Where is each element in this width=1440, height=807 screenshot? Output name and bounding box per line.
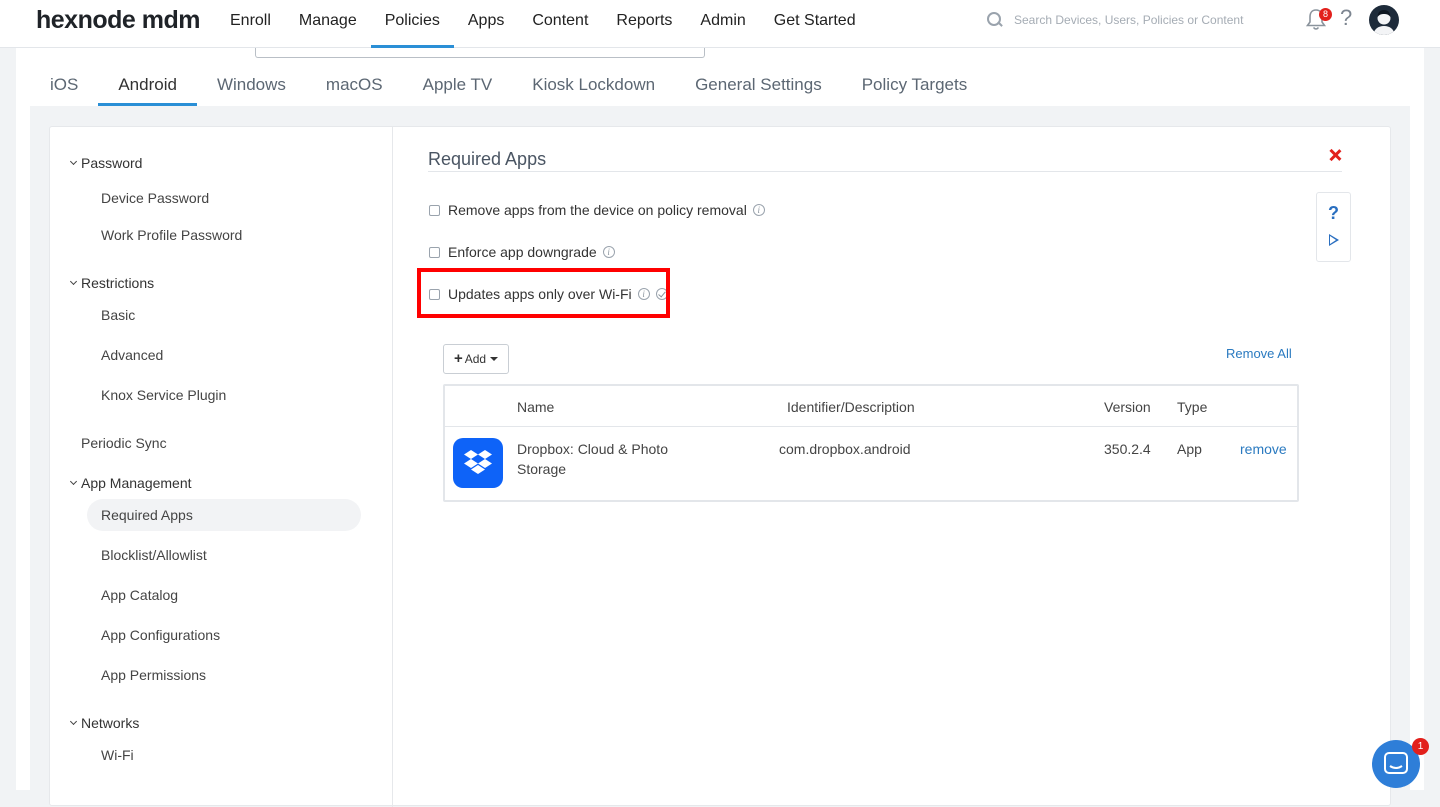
platform-tabs: iOS Android Windows macOS Apple TV Kiosk… (30, 66, 987, 106)
help-tools: ? (1316, 192, 1351, 262)
chevron-down-icon (70, 719, 78, 727)
app-type: App (1177, 441, 1202, 457)
option-label: Enforce app downgrade (448, 244, 597, 260)
sidebar-group-label: App Management (81, 475, 192, 491)
info-icon[interactable]: i (752, 204, 765, 216)
add-label: Add (464, 352, 487, 366)
sidebar-item-work-profile-password[interactable]: Work Profile Password (101, 227, 242, 243)
policy-card: Password Device Password Work Profile Pa… (49, 126, 1391, 807)
column-header-identifier: Identifier/Description (787, 399, 915, 415)
app-name-line-2: Storage (517, 461, 567, 477)
sidebar-item-basic[interactable]: Basic (101, 307, 135, 323)
chevron-down-icon (70, 279, 78, 287)
nav-admin[interactable]: Admin (686, 0, 759, 48)
nav-get-started[interactable]: Get Started (760, 0, 870, 48)
sidebar-group-label: Restrictions (81, 275, 155, 291)
sidebar-group-label: Networks (81, 715, 140, 731)
tab-policy-targets[interactable]: Policy Targets (842, 66, 988, 106)
app-name: Dropbox: Cloud & Photo Storage (517, 439, 668, 479)
play-icon[interactable] (1329, 234, 1339, 246)
top-navbar: hexnode mdm Enroll Manage Policies Apps … (0, 0, 1440, 48)
sidebar-item-wifi[interactable]: Wi-Fi (101, 747, 134, 763)
notification-badge: 8 (1319, 8, 1332, 21)
option-enforce-downgrade: Enforce app downgrade i (429, 244, 615, 260)
chevron-down-icon (70, 159, 78, 167)
app-name-line-1: Dropbox: Cloud & Photo (517, 441, 668, 457)
hexnode-logo[interactable]: hexnode mdm (36, 6, 200, 35)
search-icon (986, 11, 1004, 29)
nav-apps[interactable]: Apps (454, 0, 518, 48)
sidebar-item-app-permissions[interactable]: App Permissions (101, 667, 206, 683)
search-input[interactable] (1014, 13, 1254, 27)
main-nav: Enroll Manage Policies Apps Content Repo… (216, 0, 870, 48)
nav-content[interactable]: Content (518, 0, 602, 48)
caret-down-icon (490, 357, 499, 361)
tab-windows[interactable]: Windows (197, 66, 306, 106)
nav-enroll[interactable]: Enroll (216, 0, 285, 48)
content-area: Password Device Password Work Profile Pa… (30, 106, 1410, 807)
app-identifier: com.dropbox.android (779, 441, 911, 457)
highlight-box (417, 268, 670, 318)
nav-manage[interactable]: Manage (285, 0, 371, 48)
sidebar-group-networks[interactable]: Networks (70, 715, 139, 731)
tab-ios[interactable]: iOS (30, 66, 98, 106)
close-icon[interactable] (1327, 147, 1343, 163)
sidebar-group-restrictions[interactable]: Restrictions (70, 275, 154, 291)
tab-macos[interactable]: macOS (306, 66, 403, 106)
add-app-button[interactable]: + Add (443, 344, 509, 374)
avatar[interactable] (1369, 5, 1399, 35)
enforce-downgrade-checkbox[interactable] (429, 246, 440, 258)
question-icon[interactable]: ? (1328, 203, 1339, 224)
sidebar-item-device-password[interactable]: Device Password (101, 190, 209, 206)
header-divider (445, 426, 1297, 427)
chevron-down-icon (70, 479, 78, 487)
policy-description-textarea[interactable] (255, 48, 705, 58)
plus-icon: + (453, 350, 463, 367)
sidebar-item-required-apps[interactable]: Required Apps (101, 507, 193, 523)
column-header-type: Type (1177, 399, 1208, 415)
nav-reports[interactable]: Reports (602, 0, 686, 48)
tab-apple-tv[interactable]: Apple TV (403, 66, 513, 106)
option-label: Remove apps from the device on policy re… (448, 202, 747, 218)
app-version: 350.2.4 (1104, 441, 1151, 457)
tab-general-settings[interactable]: General Settings (675, 66, 842, 106)
remove-all-link[interactable]: Remove All (1226, 346, 1292, 361)
column-header-name: Name (517, 399, 555, 415)
sidebar-item-blocklist-allowlist[interactable]: Blocklist/Allowlist (101, 547, 207, 563)
tab-android[interactable]: Android (98, 66, 197, 106)
sidebar-item-advanced[interactable]: Advanced (101, 347, 163, 363)
sidebar-item-app-catalog[interactable]: App Catalog (101, 587, 178, 603)
sidebar-item-app-configurations[interactable]: App Configurations (101, 627, 220, 643)
policy-editor: iOS Android Windows macOS Apple TV Kiosk… (16, 48, 1424, 807)
remove-app-link[interactable]: remove (1240, 441, 1287, 457)
title-divider (428, 171, 1342, 172)
help-icon[interactable]: ? (1340, 5, 1352, 31)
panel-title: Required Apps (428, 149, 547, 169)
sidebar-group-password[interactable]: Password (70, 155, 142, 171)
column-header-version: Version (1104, 399, 1151, 415)
sidebar-group-label: Password (81, 155, 143, 171)
tab-kiosk-lockdown[interactable]: Kiosk Lockdown (512, 66, 675, 106)
policy-sidebar: Password Device Password Work Profile Pa… (50, 127, 393, 807)
sidebar-item-knox-service-plugin[interactable]: Knox Service Plugin (101, 387, 226, 403)
apps-table: Name Identifier/Description Version Type (443, 384, 1299, 502)
sidebar-group-app-management[interactable]: App Management (70, 475, 192, 491)
remove-on-removal-checkbox[interactable] (429, 204, 440, 216)
sidebar-item-periodic-sync[interactable]: Periodic Sync (81, 435, 167, 451)
nav-policies[interactable]: Policies (370, 0, 454, 48)
global-search (986, 11, 1254, 29)
option-remove-on-removal: Remove apps from the device on policy re… (429, 202, 765, 218)
info-icon[interactable]: i (602, 246, 615, 258)
chat-unread-badge: 1 (1412, 738, 1429, 755)
dropbox-icon (453, 438, 503, 488)
